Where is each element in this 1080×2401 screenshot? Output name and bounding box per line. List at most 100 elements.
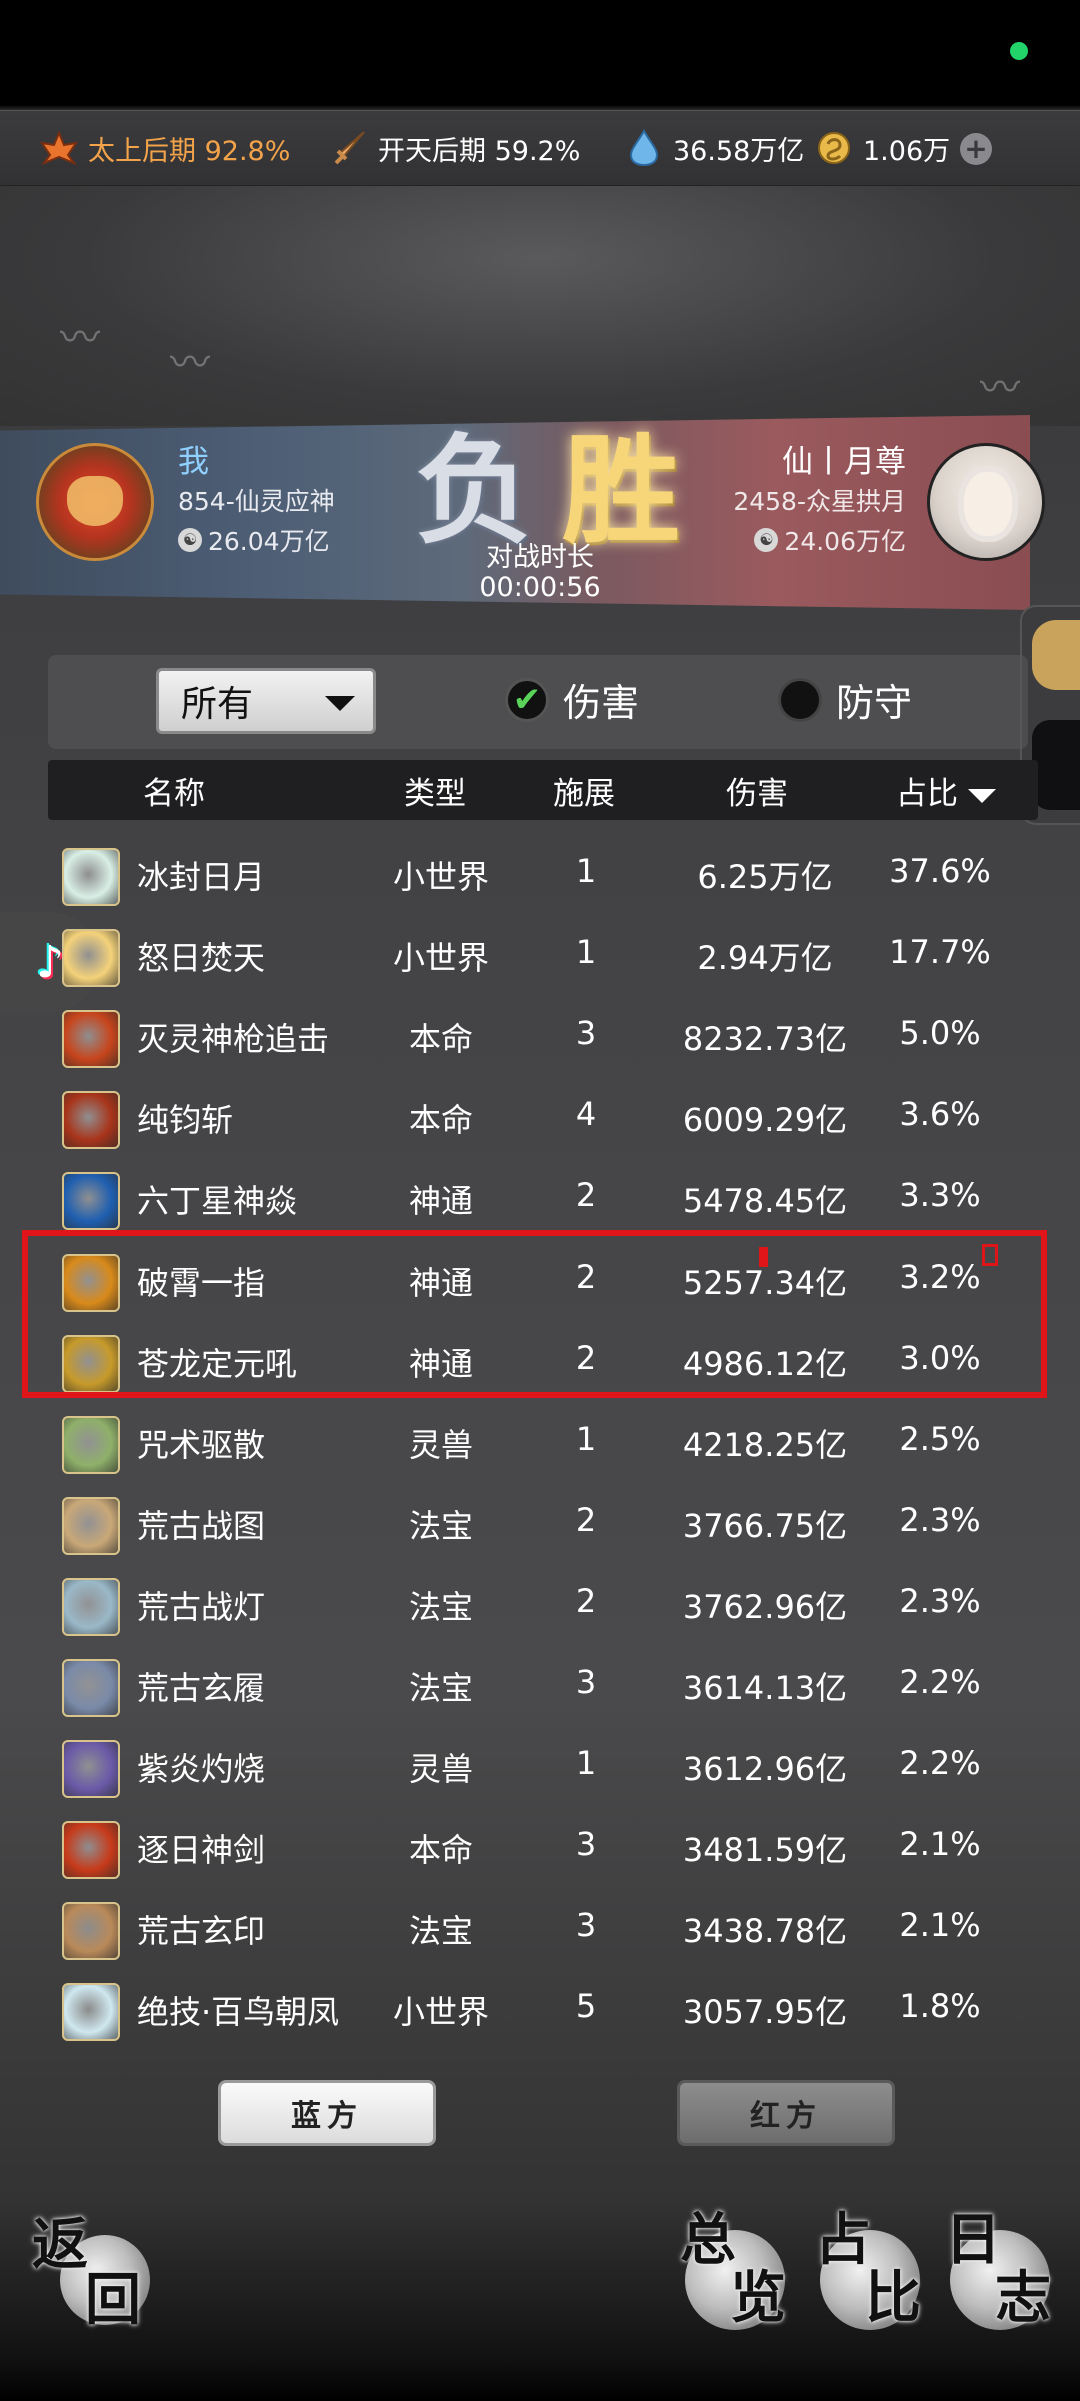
skill-name: 纯钧斩 xyxy=(137,1101,234,1140)
log-button[interactable]: 日 志 xyxy=(945,2210,1065,2335)
skill-ratio: 3.6% xyxy=(899,1095,981,1134)
skill-name: 六丁星神焱 xyxy=(137,1182,298,1221)
skill-cast-count: 5 xyxy=(575,1987,597,2026)
skill-type: 本命 xyxy=(408,1101,473,1140)
table-row[interactable]: 灭灵神枪追击 本命 3 8232.73亿 5.0% xyxy=(0,994,1080,1075)
duration-value: 00:00:56 xyxy=(479,572,601,603)
water-drop-icon xyxy=(625,129,663,167)
skill-damage: 6.25万亿 xyxy=(697,858,833,896)
phoenix-icon xyxy=(62,1983,120,2042)
table-row[interactable]: 荒古战灯 法宝 2 3762.96亿 2.3% xyxy=(0,1562,1080,1643)
blue-side-button[interactable]: 蓝方 xyxy=(218,2080,436,2146)
skill-name: 逐日神剑 xyxy=(137,1831,266,1870)
skill-type: 神通 xyxy=(408,1263,473,1302)
skill-cast-count: 4 xyxy=(575,1095,597,1134)
skill-ratio: 3.0% xyxy=(899,1338,981,1377)
war-lamp-icon xyxy=(62,1577,120,1636)
header-cast[interactable]: 施展 xyxy=(553,768,615,813)
skill-ratio: 2.2% xyxy=(899,1744,981,1783)
table-row[interactable]: 荒古玄印 法宝 3 3438.78亿 2.1% xyxy=(0,1886,1080,1967)
spirit-stone-counter[interactable]: 36.58万亿 xyxy=(625,129,804,168)
skill-type: 法宝 xyxy=(408,1506,473,1545)
skill-ratio: 2.1% xyxy=(899,1906,981,1945)
realm-progress-2[interactable]: 开天后期 59.2% xyxy=(330,129,580,168)
table-row[interactable]: 纯钧斩 本命 4 6009.29亿 3.6% xyxy=(0,1075,1080,1156)
skill-type: 小世界 xyxy=(392,858,489,896)
status-indicator-dot xyxy=(1010,42,1028,60)
overview-char-1: 总 xyxy=(680,2207,736,2273)
table-row[interactable]: 破霄一指 神通 2 5257.34亿 3.2% xyxy=(0,1238,1080,1319)
sword-realm-icon xyxy=(330,129,368,167)
table-row[interactable]: 苍龙定元吼 神通 2 4986.12亿 3.0% xyxy=(0,1319,1080,1400)
realm-2-text: 开天后期 59.2% xyxy=(378,135,581,167)
skill-cast-count: 1 xyxy=(575,1419,597,1458)
back-char-1: 返 xyxy=(32,2212,88,2278)
dropdown-value: 所有 xyxy=(181,684,254,725)
purple-beast-icon xyxy=(62,1740,120,1799)
table-row[interactable]: 紫炎灼烧 灵兽 1 3612.96亿 2.2% xyxy=(0,1724,1080,1805)
side-floating-gold-button[interactable] xyxy=(1032,620,1080,690)
war-map-icon xyxy=(62,1496,120,1555)
crane-decoration-icon: 〰 xyxy=(60,315,100,361)
red-side-button[interactable]: 红方 xyxy=(677,2080,895,2146)
table-row[interactable]: 荒古战图 法宝 2 3766.75亿 2.3% xyxy=(0,1481,1080,1562)
skill-damage: 3614.13亿 xyxy=(682,1669,848,1707)
table-row[interactable]: 咒术驱散 灵兽 1 4218.25亿 2.5% xyxy=(0,1400,1080,1481)
skill-cast-count: 3 xyxy=(575,1906,597,1945)
gold-coin-icon xyxy=(815,129,853,167)
skill-damage: 3762.96亿 xyxy=(682,1587,848,1626)
skill-ratio: 2.3% xyxy=(899,1581,981,1620)
skill-name: 怒日焚天 xyxy=(137,939,266,978)
defense-toggle[interactable]: 防守 xyxy=(778,672,912,727)
header-ratio-sort[interactable]: 占比 xyxy=(896,768,996,813)
side-floating-tiktok-button[interactable] xyxy=(1032,720,1080,810)
header-name[interactable]: 名称 xyxy=(143,768,205,813)
defense-toggle-label: 防守 xyxy=(836,681,913,725)
skill-name: 冰封日月 xyxy=(137,858,266,896)
skill-type: 本命 xyxy=(408,1831,473,1870)
category-dropdown[interactable]: 所有 xyxy=(156,668,376,734)
table-row[interactable]: 逐日神剑 本命 3 3481.59亿 2.1% xyxy=(0,1805,1080,1886)
skill-type: 法宝 xyxy=(408,1587,473,1626)
damage-toggle[interactable]: ✔ 伤害 xyxy=(505,672,639,727)
table-row[interactable]: 六丁星神焱 神通 2 5478.45亿 3.3% xyxy=(0,1156,1080,1237)
overview-button[interactable]: 总 览 xyxy=(680,2210,800,2335)
slash-icon xyxy=(62,1091,120,1150)
table-row[interactable]: 怒日焚天 小世界 1 2.94万亿 17.7% xyxy=(0,913,1080,994)
skill-damage: 4218.25亿 xyxy=(682,1425,848,1464)
table-row[interactable]: 绝技·百鸟朝凤 小世界 5 3057.95亿 1.8% xyxy=(0,1967,1080,2048)
log-char-1: 日 xyxy=(945,2207,1001,2273)
skill-damage: 8232.73亿 xyxy=(682,1020,848,1059)
header-damage[interactable]: 伤害 xyxy=(726,768,788,813)
realm-progress-1[interactable]: 太上后期 92.8% xyxy=(40,129,290,168)
coin-value: 1.06万 xyxy=(863,135,951,167)
back-button[interactable]: 返 回 xyxy=(30,2215,150,2335)
skill-type: 神通 xyxy=(408,1182,473,1221)
chevron-down-icon xyxy=(325,696,355,711)
spear-icon xyxy=(62,1010,120,1069)
header-type[interactable]: 类型 xyxy=(404,768,466,813)
skill-damage: 6009.29亿 xyxy=(682,1101,848,1140)
spirit-stone-value: 36.58万亿 xyxy=(673,135,805,167)
skill-name: 荒古玄履 xyxy=(137,1669,266,1707)
skill-type: 法宝 xyxy=(408,1912,473,1951)
skill-ratio: 2.2% xyxy=(899,1663,981,1701)
skill-ratio: 1.8% xyxy=(899,1987,981,2026)
skill-damage: 3481.59亿 xyxy=(682,1831,848,1870)
table-row[interactable]: 荒古玄履 法宝 3 3614.13亿 2.2% xyxy=(0,1643,1080,1724)
skill-cast-count: 1 xyxy=(575,933,597,972)
skill-name: 荒古玄印 xyxy=(137,1912,266,1951)
skill-name: 苍龙定元吼 xyxy=(137,1344,298,1383)
log-char-2: 志 xyxy=(995,2265,1051,2331)
skill-type: 法宝 xyxy=(408,1669,473,1707)
skill-cast-count: 2 xyxy=(575,1257,597,1296)
add-currency-button[interactable]: + xyxy=(960,133,992,165)
annotation-mark xyxy=(982,1244,998,1266)
skill-ratio: 2.1% xyxy=(899,1825,981,1864)
ratio-button[interactable]: 占 比 xyxy=(815,2210,935,2335)
skill-ratio: 2.3% xyxy=(899,1500,981,1539)
coin-counter[interactable]: 1.06万 xyxy=(815,129,950,168)
boots-icon xyxy=(62,1659,120,1717)
table-row[interactable]: 冰封日月 小世界 1 6.25万亿 37.6% xyxy=(0,832,1080,913)
skill-cast-count: 3 xyxy=(575,1663,597,1701)
